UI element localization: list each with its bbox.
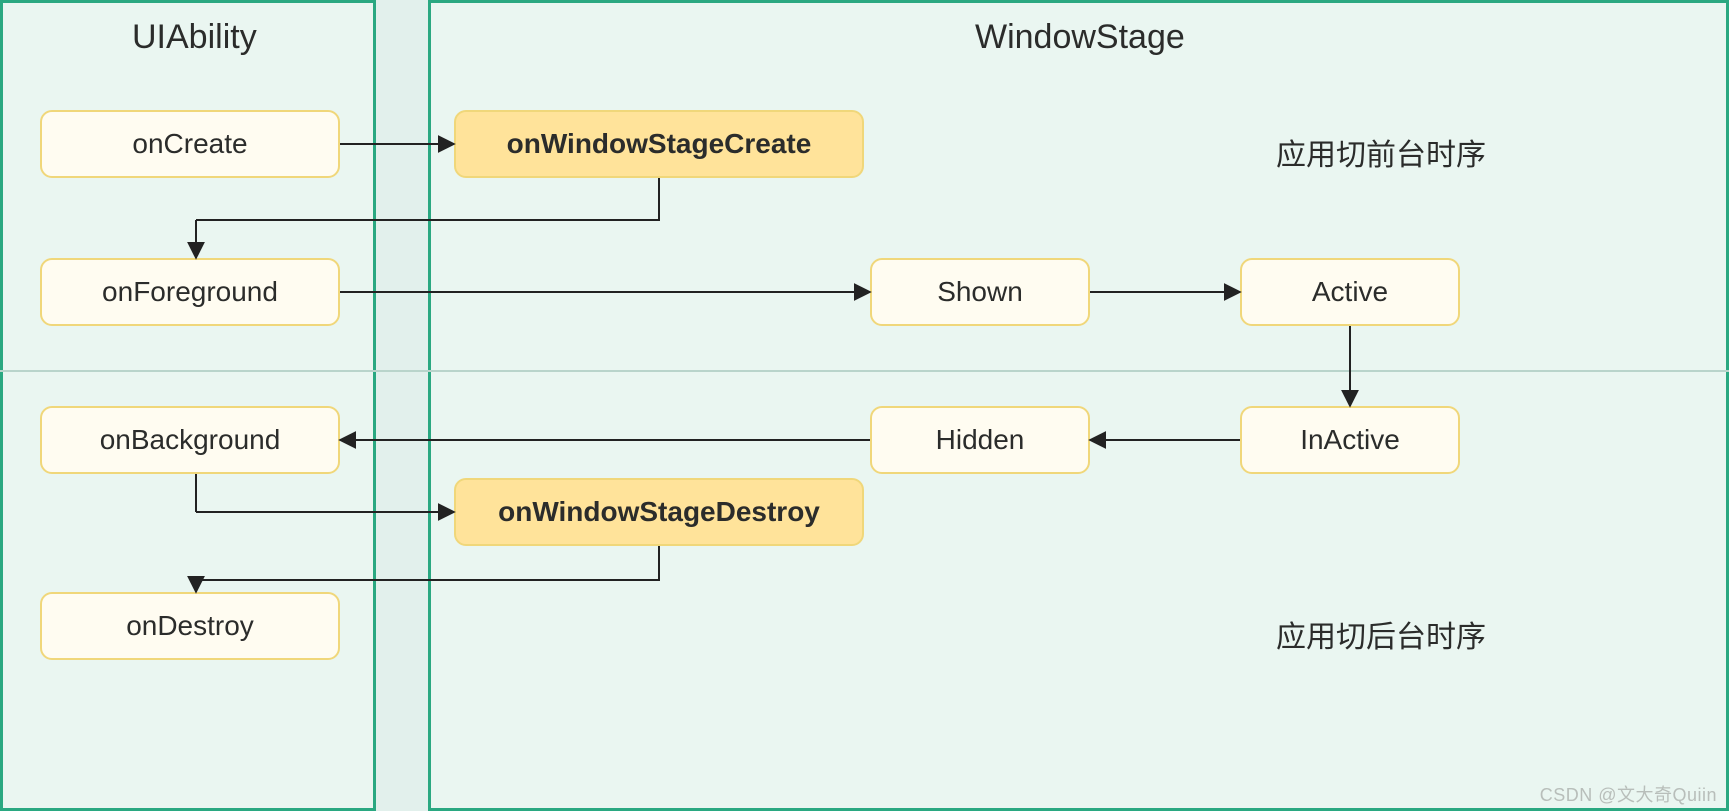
annotation-foreground: 应用切前台时序 xyxy=(1276,130,1486,174)
column-gap xyxy=(376,0,428,811)
node-onforeground: onForeground xyxy=(40,258,340,326)
node-onwindowstagedestroy: onWindowStageDestroy xyxy=(454,478,864,546)
column-title-left: UIAbility xyxy=(132,20,257,54)
node-onbackground: onBackground xyxy=(40,406,340,474)
node-onwindowstagecreate: onWindowStageCreate xyxy=(454,110,864,178)
node-hidden: Hidden xyxy=(870,406,1090,474)
midline-divider xyxy=(0,370,1729,372)
node-ondestroy: onDestroy xyxy=(40,592,340,660)
annotation-background: 应用切后台时序 xyxy=(1276,612,1486,656)
node-shown: Shown xyxy=(870,258,1090,326)
node-oncreate: onCreate xyxy=(40,110,340,178)
watermark: CSDN @文大奇Quiin xyxy=(1540,781,1717,807)
node-inactive: InActive xyxy=(1240,406,1460,474)
node-active: Active xyxy=(1240,258,1460,326)
diagram-canvas: UIAbility WindowStage onCreate onWindowS… xyxy=(0,0,1729,811)
column-title-right: WindowStage xyxy=(975,20,1185,54)
